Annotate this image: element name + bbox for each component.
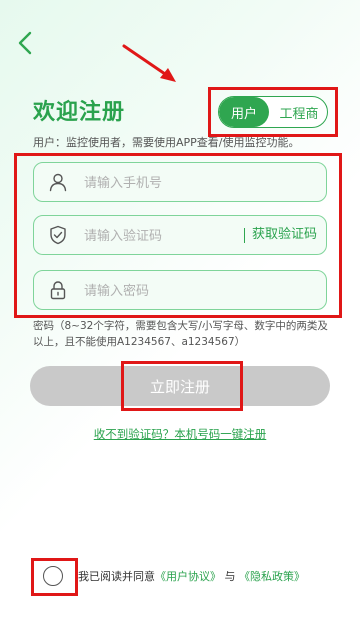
role-option-engineer[interactable]: 工程商 xyxy=(269,97,327,127)
agreement-checkbox[interactable] xyxy=(43,566,63,586)
chevron-left-icon xyxy=(18,31,32,55)
one-key-register-link[interactable]: 收不到验证码？本机号码一键注册 xyxy=(0,426,360,442)
password-field[interactable] xyxy=(33,270,327,311)
password-input[interactable] xyxy=(82,271,256,311)
phone-field[interactable] xyxy=(33,162,327,203)
agreement-text: 我已阅读并同意《用户协议》 与 《隐私政策》 xyxy=(78,568,305,584)
phone-input[interactable] xyxy=(82,163,256,203)
code-field[interactable]: 获取验证码 xyxy=(33,215,327,256)
role-toggle[interactable]: 用户 工程商 xyxy=(218,96,328,128)
role-option-user[interactable]: 用户 xyxy=(219,97,269,127)
agreement-prefix: 我已阅读并同意 xyxy=(78,570,155,583)
code-divider xyxy=(244,228,245,243)
annotation-box-register xyxy=(121,361,243,411)
shield-check-icon xyxy=(50,225,66,245)
user-agreement-link[interactable]: 《用户协议》 xyxy=(155,570,221,583)
privacy-policy-link[interactable]: 《隐私政策》 xyxy=(239,570,305,583)
back-button[interactable] xyxy=(14,30,38,56)
get-code-button[interactable]: 获取验证码 xyxy=(252,216,317,254)
agreement-and: 与 xyxy=(224,570,236,583)
code-input[interactable] xyxy=(82,216,256,256)
annotation-arrow xyxy=(122,44,176,82)
lock-icon xyxy=(50,281,66,300)
password-hint: 密码（8~32个字符，需要包含大写/小写字母、数字中的两类及以上，且不能使用A1… xyxy=(33,320,328,348)
page-title: 欢迎注册 xyxy=(33,100,126,125)
user-icon xyxy=(49,173,67,192)
